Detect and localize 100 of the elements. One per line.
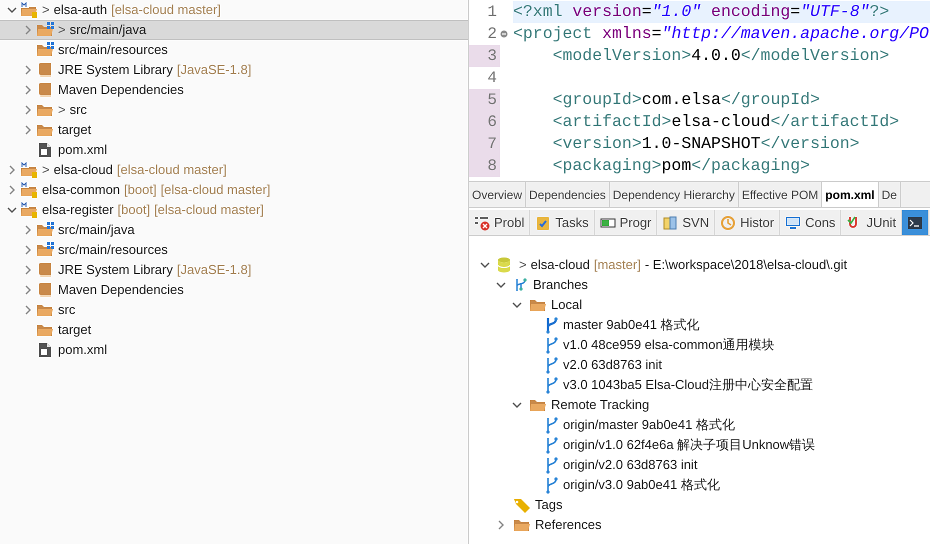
branch-icon (545, 376, 559, 394)
tree-item-label: master 9ab0e41 格式化 (563, 316, 700, 334)
git-decoration: [JavaSE-1.8] (176, 61, 252, 80)
tree-item-label: src/main/resources (58, 41, 168, 60)
tree-item[interactable]: v2.0 63d8763 init (469, 355, 930, 375)
branch-icon (545, 456, 559, 474)
tree-item[interactable]: elsa-register [boot] [elsa-cloud master] (0, 200, 468, 220)
tree-item[interactable]: > src (0, 100, 468, 120)
folder-icon (36, 302, 54, 318)
folder-icon (513, 517, 531, 533)
editor-tab[interactable]: Overview (469, 182, 526, 207)
tree-item-label: target (58, 321, 92, 340)
branch-icon (545, 356, 559, 374)
tree-item-label: src/main/java (70, 21, 146, 40)
code-line: <packaging>pom</packaging> (552, 154, 810, 177)
line-number: 2 (487, 24, 497, 45)
tag-icon (513, 497, 531, 513)
git-dirty-marker: > (58, 21, 66, 40)
code-line: <version>1.0-SNAPSHOT</version> (552, 132, 860, 155)
view-tab[interactable] (902, 210, 930, 235)
tree-item[interactable]: target (0, 320, 468, 340)
tree-item-label: src (70, 101, 87, 120)
checked-out-branch-icon (545, 316, 559, 334)
database-icon (662, 214, 678, 230)
line-number: 1 (487, 2, 497, 23)
tree-item[interactable]: Maven Dependencies (0, 80, 468, 100)
tree-item[interactable]: target (0, 120, 468, 140)
tree-item-label: target (58, 121, 92, 140)
tree-item[interactable]: Maven Dependencies (0, 280, 468, 300)
git-dirty-marker: > (42, 161, 50, 180)
tree-item[interactable]: src (0, 300, 468, 320)
collapse-chevron-icon[interactable] (7, 205, 17, 215)
view-tab[interactable]: Tasks (530, 210, 595, 235)
history-icon (720, 214, 736, 230)
tree-item-label: pom.xml (58, 341, 108, 360)
tree-item[interactable]: pom.xml (0, 140, 468, 160)
line-number: 4 (487, 68, 497, 89)
tree-item[interactable]: src/main/java (0, 220, 468, 240)
view-tab[interactable]: Progr (594, 210, 658, 235)
folder-icon (36, 102, 54, 118)
tree-item[interactable]: References (469, 515, 930, 535)
tree-item[interactable]: v1.0 48ce959 elsa-common通用模块 (469, 335, 930, 355)
tree-item-label: Maven Dependencies (58, 281, 184, 300)
expand-chevron-icon[interactable] (496, 520, 506, 530)
code-editor[interactable] (469, 0, 930, 182)
terminal-icon (907, 214, 924, 230)
tree-item[interactable]: JRE System Library [JavaSE-1.8] (0, 260, 468, 280)
tree-item[interactable]: Tags (469, 495, 930, 515)
collapse-chevron-icon[interactable] (512, 400, 522, 410)
git-decoration: [boot] (124, 181, 157, 200)
line-number: 3 (487, 46, 497, 67)
tree-item[interactable]: > elsa-cloud [elsa-cloud master] (0, 160, 468, 180)
tree-item[interactable]: JRE System Library [JavaSE-1.8] (0, 60, 468, 80)
tree-item-label: src (58, 301, 76, 320)
tree-item-label: origin/v3.0 9ab0e41 格式化 (563, 476, 720, 494)
editor-tab[interactable]: Dependencies (526, 182, 610, 207)
branch-icon (545, 416, 559, 434)
collapse-chevron-icon[interactable] (7, 5, 17, 15)
view-tab[interactable]: Histor (715, 210, 780, 235)
view-tab[interactable]: Probl (469, 210, 530, 235)
clipboard-icon (535, 214, 552, 230)
tree-item[interactable]: src/main/resources (0, 240, 468, 260)
folder-icon (529, 397, 547, 413)
tree-item-label: pom.xml (58, 141, 108, 160)
tree-item[interactable]: > src/main/java (0, 20, 468, 40)
code-line: <?xml version="1.0" encoding="UTF-8"?> (513, 0, 890, 23)
branch-icon (545, 336, 559, 354)
book-icon (38, 62, 52, 78)
tree-item[interactable]: master 9ab0e41 格式化 (469, 315, 930, 335)
tree-item[interactable]: > elsa-cloud [master] - E:\workspace\2018\elsa-cloud\.git (469, 255, 930, 275)
editor-tab[interactable]: De (878, 182, 901, 207)
tree-item-label: origin/v2.0 63d8763 init (563, 456, 698, 474)
tree-item[interactable]: pom.xml (0, 340, 468, 360)
editor-tab[interactable]: Dependency Hierarchy (610, 182, 739, 207)
view-tab[interactable]: Cons (780, 210, 842, 235)
tree-item[interactable]: > elsa-auth [elsa-cloud master] (0, 0, 468, 20)
tree-item-label: elsa-register (42, 201, 114, 220)
tree-item[interactable]: origin/master 9ab0e41 格式化 (469, 415, 930, 435)
tree-item-label: origin/v1.0 62f4e6a 解决子项目Unknow错误 (563, 436, 816, 454)
tree-item[interactable]: v3.0 1043ba5 Elsa-Cloud注册中心安全配置 (469, 375, 930, 395)
expand-chevron-icon[interactable] (23, 25, 33, 35)
tree-item-label: src/main/resources (58, 241, 168, 260)
file-icon (38, 142, 52, 158)
folder-icon (36, 122, 54, 138)
fold-marker-icon[interactable] (500, 30, 508, 38)
tree-item[interactable]: origin/v1.0 62f4e6a 解决子项目Unknow错误 (469, 435, 930, 455)
editor-tab[interactable]: pom.xml (822, 182, 879, 207)
tree-item-label: elsa-auth (54, 1, 108, 20)
tree-item[interactable]: Branches (469, 275, 930, 295)
folder-icon (36, 322, 54, 338)
package-folder-icon (36, 42, 54, 58)
view-tab[interactable]: SVN (657, 210, 716, 235)
tree-item[interactable]: Local (469, 295, 930, 315)
tree-item[interactable]: elsa-common [boot] [elsa-cloud master] (0, 180, 468, 200)
tree-item[interactable]: origin/v2.0 63d8763 init (469, 455, 930, 475)
book-icon (38, 282, 52, 298)
tree-item[interactable]: Remote Tracking (469, 395, 930, 415)
tree-item[interactable]: origin/v3.0 9ab0e41 格式化 (469, 475, 930, 495)
tree-item-label: elsa-cloud (54, 161, 113, 180)
tree-item[interactable]: src/main/resources (0, 40, 468, 60)
